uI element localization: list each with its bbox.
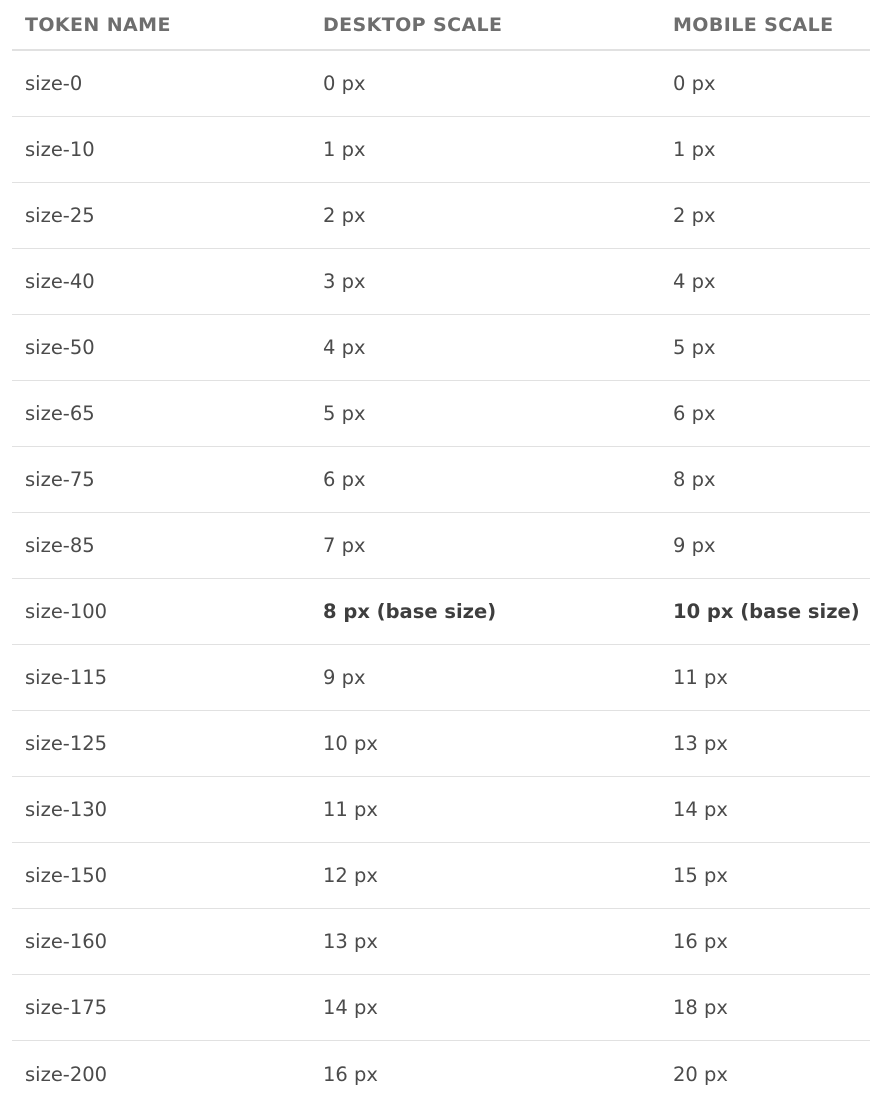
token-name-cell: size-125: [25, 732, 108, 755]
token-name-cell: size-130: [25, 798, 108, 821]
mobile-scale-cell: 13 px: [673, 732, 728, 755]
mobile-scale-cell: 0 px: [673, 72, 716, 95]
desktop-scale-cell: 11 px: [323, 798, 378, 821]
token-name-cell: size-40: [25, 270, 95, 293]
mobile-scale-cell: 5 px: [673, 336, 716, 359]
table-row: size-200 16 px 20 px: [12, 1041, 870, 1107]
table-row: size-175 14 px 18 px: [12, 975, 870, 1041]
table-row: size-130 11 px 14 px: [12, 777, 870, 843]
mobile-scale-cell: 11 px: [673, 666, 728, 689]
mobile-scale-cell: 10 px (base size): [673, 600, 860, 623]
token-name-cell: size-160: [25, 930, 108, 953]
table-body: size-0 0 px 0 px size-10 1 px 1 px size-25 2 px…: [12, 51, 870, 1107]
token-name-cell: size-150: [25, 864, 108, 887]
desktop-scale-cell: 14 px: [323, 996, 378, 1019]
desktop-scale-cell: 4 px: [323, 336, 366, 359]
desktop-scale-cell: 2 px: [323, 204, 366, 227]
token-name-cell: size-10: [25, 138, 95, 161]
table-row: size-25 2 px 2 px: [12, 183, 870, 249]
mobile-scale-cell: 2 px: [673, 204, 716, 227]
mobile-scale-cell: 16 px: [673, 930, 728, 953]
token-name-cell: size-200: [25, 1062, 108, 1086]
mobile-scale-cell: 9 px: [673, 534, 716, 557]
token-name-cell: size-115: [25, 666, 108, 689]
mobile-scale-cell: 20 px: [673, 1062, 728, 1086]
header-desktop-scale[interactable]: DESKTOP SCALE: [310, 14, 660, 36]
table-row: size-50 4 px 5 px: [12, 315, 870, 381]
table-row: size-115 9 px 11 px: [12, 645, 870, 711]
table-row: size-40 3 px 4 px: [12, 249, 870, 315]
desktop-scale-cell: 10 px: [323, 732, 378, 755]
token-name-cell: size-25: [25, 204, 95, 227]
table-row: size-150 12 px 15 px: [12, 843, 870, 909]
mobile-scale-cell: 4 px: [673, 270, 716, 293]
table-row: size-85 7 px 9 px: [12, 513, 870, 579]
token-name-cell: size-85: [25, 534, 95, 557]
desktop-scale-cell: 8 px (base size): [323, 600, 497, 623]
token-name-cell: size-100: [25, 600, 108, 623]
header-mobile-scale[interactable]: MOBILE SCALE: [660, 14, 870, 36]
token-name-cell: size-175: [25, 996, 108, 1019]
token-name-cell: size-0: [25, 72, 83, 95]
mobile-scale-cell: 14 px: [673, 798, 728, 821]
desktop-scale-cell: 5 px: [323, 402, 366, 425]
mobile-scale-cell: 18 px: [673, 996, 728, 1019]
mobile-scale-cell: 8 px: [673, 468, 716, 491]
desktop-scale-cell: 16 px: [323, 1062, 378, 1086]
token-name-cell: size-50: [25, 336, 95, 359]
token-name-cell: size-65: [25, 402, 95, 425]
table-row: size-100 8 px (base size) 10 px (base size…: [12, 579, 870, 645]
size-token-table: TOKEN NAME DESKTOP SCALE MOBILE SCALE si…: [12, 0, 870, 1107]
desktop-scale-cell: 7 px: [323, 534, 366, 557]
mobile-scale-cell: 6 px: [673, 402, 716, 425]
desktop-scale-cell: 12 px: [323, 864, 378, 887]
desktop-scale-cell: 13 px: [323, 930, 378, 953]
table-row: size-10 1 px 1 px: [12, 117, 870, 183]
token-name-cell: size-75: [25, 468, 95, 491]
table-header-row: TOKEN NAME DESKTOP SCALE MOBILE SCALE: [12, 0, 870, 51]
desktop-scale-cell: 3 px: [323, 270, 366, 293]
desktop-scale-cell: 9 px: [323, 666, 366, 689]
mobile-scale-cell: 1 px: [673, 138, 716, 161]
mobile-scale-cell: 15 px: [673, 864, 728, 887]
table-row: size-65 5 px 6 px: [12, 381, 870, 447]
header-token-name[interactable]: TOKEN NAME: [12, 14, 310, 36]
desktop-scale-cell: 6 px: [323, 468, 366, 491]
table-row: size-125 10 px 13 px: [12, 711, 870, 777]
desktop-scale-cell: 1 px: [323, 138, 366, 161]
desktop-scale-cell: 0 px: [323, 72, 366, 95]
table-row: size-75 6 px 8 px: [12, 447, 870, 513]
table-row: size-160 13 px 16 px: [12, 909, 870, 975]
table-row: size-0 0 px 0 px: [12, 51, 870, 117]
